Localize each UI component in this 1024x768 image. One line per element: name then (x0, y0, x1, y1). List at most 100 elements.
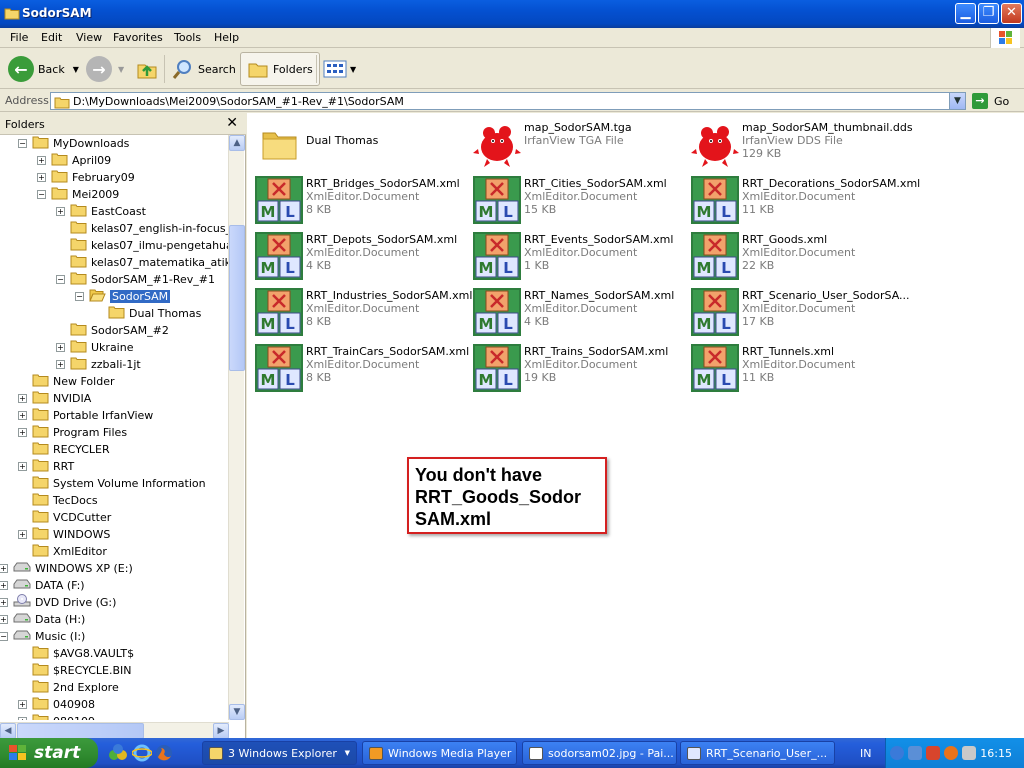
taskbar-button[interactable]: RRT_Scenario_User_... (680, 741, 835, 765)
expand-icon[interactable]: + (56, 207, 65, 216)
views-button[interactable]: ▼ (323, 52, 356, 86)
tree-node[interactable]: + EastCoast (56, 203, 146, 220)
expand-icon[interactable]: + (18, 717, 27, 720)
restore-button[interactable]: ❐ (978, 3, 999, 24)
address-input[interactable]: D:\MyDownloads\Mei2009\SodorSAM_#1-Rev_#… (50, 92, 966, 110)
tree-node[interactable]: + RRT (18, 458, 74, 475)
file-item[interactable]: M L RRT_Decorations_SodorSAM.xml XmlEditor.… (690, 175, 920, 225)
taskbar-button[interactable]: 3 Windows Explorer ▼ (202, 741, 357, 765)
file-item[interactable]: M L RRT_TrainCars_SodorSAM.xml XmlEditor.Do… (254, 343, 469, 393)
tree-node[interactable]: + Program Files (18, 424, 127, 441)
tree-node[interactable]: VCDCutter (18, 509, 111, 526)
expand-icon[interactable]: + (0, 598, 8, 607)
tree-node[interactable]: − MyDownloads (18, 135, 129, 152)
collapse-icon[interactable]: − (37, 190, 46, 199)
chevron-down-icon[interactable]: ▼ (73, 65, 79, 74)
file-item[interactable]: M L RRT_Scenario_User_SodorSA... XmlEditor.… (690, 287, 910, 337)
file-item[interactable]: map_SodorSAM_thumbnail.dds IrfanView DDS … (690, 119, 913, 169)
tree-node[interactable]: − Music (I:) (0, 628, 85, 645)
tree-node[interactable]: + Ukraine (56, 339, 133, 356)
tree-node[interactable]: + DATA (F:) (0, 577, 85, 594)
close-folders-pane-button[interactable]: ✕ (226, 115, 238, 131)
expand-icon[interactable]: + (18, 411, 27, 420)
tree-node[interactable]: $RECYCLE.BIN (18, 662, 131, 679)
file-item[interactable]: M L RRT_Cities_SodorSAM.xml XmlEditor.Docum… (472, 175, 687, 225)
tree-node[interactable]: TecDocs (18, 492, 98, 509)
menu-favorites[interactable]: Favorites (113, 31, 163, 44)
scrollbar-thumb[interactable] (17, 723, 144, 739)
language-indicator[interactable]: IN (860, 747, 871, 760)
firefox-icon[interactable] (154, 743, 174, 763)
chevron-left-icon[interactable] (890, 746, 904, 760)
menu-view[interactable]: View (76, 31, 102, 44)
tree-node[interactable]: + WINDOWS (18, 526, 110, 543)
internet-explorer-icon[interactable] (132, 743, 152, 763)
expand-icon[interactable]: + (0, 615, 8, 624)
collapse-icon[interactable]: − (56, 275, 65, 284)
tree-node[interactable]: + Data (H:) (0, 611, 85, 628)
scroll-down-button[interactable]: ▼ (229, 704, 245, 720)
tree-node[interactable]: RECYCLER (18, 441, 110, 458)
expand-icon[interactable]: + (18, 462, 27, 471)
collapse-icon[interactable]: − (75, 292, 84, 301)
taskbar-button[interactable]: Windows Media Player (362, 741, 517, 765)
file-item[interactable]: Dual Thomas (254, 119, 469, 169)
menu-help[interactable]: Help (214, 31, 239, 44)
tree-node[interactable]: kelas07_matematika_atik (56, 254, 229, 271)
messenger-icon[interactable] (108, 743, 128, 763)
tree-node[interactable]: + Portable IrfanView (18, 407, 153, 424)
expand-icon[interactable]: + (18, 530, 27, 539)
start-button[interactable]: start (0, 738, 98, 768)
file-item[interactable]: M L RRT_Events_SodorSAM.xml XmlEditor.Docum… (472, 231, 687, 281)
file-item[interactable]: M L RRT_Trains_SodorSAM.xml XmlEditor.Docum… (472, 343, 687, 393)
antivirus-icon[interactable] (926, 746, 940, 760)
expand-icon[interactable]: + (56, 360, 65, 369)
file-item[interactable]: M L RRT_Names_SodorSAM.xml XmlEditor.Docume… (472, 287, 687, 337)
tree-node[interactable]: New Folder (18, 373, 114, 390)
search-button[interactable]: Search (172, 52, 236, 86)
title-bar[interactable]: SodorSAM ▁ ❐ ✕ (0, 0, 1024, 28)
tree-node[interactable]: kelas07_ilmu-pengetahuan-a (56, 237, 229, 254)
chevron-down-icon[interactable]: ▼ (350, 65, 356, 74)
tree-node[interactable]: + DVD Drive (G:) (0, 594, 116, 611)
tree-node[interactable]: Dual Thomas (94, 305, 201, 322)
go-button[interactable]: → Go (972, 92, 1020, 110)
menu-tools[interactable]: Tools (174, 31, 201, 44)
tree-node[interactable]: 2nd Explore (18, 679, 119, 696)
tree-node[interactable]: SodorSAM_#2 (56, 322, 169, 339)
file-item[interactable]: M L RRT_Industries_SodorSAM.xml XmlEditor.D… (254, 287, 472, 337)
collapse-icon[interactable]: − (0, 632, 8, 641)
tree-node[interactable]: System Volume Information (18, 475, 206, 492)
expand-icon[interactable]: + (0, 564, 8, 573)
file-item[interactable]: M L RRT_Depots_SodorSAM.xml XmlEditor.Docum… (254, 231, 469, 281)
tree-node[interactable]: + April09 (37, 152, 111, 169)
file-item[interactable]: M L RRT_Tunnels.xml XmlEditor.Document 11 KB (690, 343, 905, 393)
expand-icon[interactable]: + (18, 428, 27, 437)
tree-node[interactable]: +080109 (18, 713, 95, 720)
collapse-icon[interactable]: − (18, 139, 27, 148)
expand-icon[interactable]: + (0, 581, 8, 590)
forward-button[interactable]: → ▼ (86, 52, 124, 86)
expand-icon[interactable]: + (18, 394, 27, 403)
back-button[interactable]: ← Back ▼ (8, 52, 79, 86)
folder-tree-horizontal-scrollbar[interactable]: ◀ ▶ (0, 722, 229, 739)
tree-node[interactable]: +040908 (18, 696, 95, 713)
folders-button[interactable]: Folders (240, 52, 320, 86)
close-button[interactable]: ✕ (1001, 3, 1022, 24)
menu-file[interactable]: File (10, 31, 28, 44)
tree-node[interactable]: + NVIDIA (18, 390, 91, 407)
tree-node[interactable]: − SodorSAM_#1-Rev_#1 (56, 271, 215, 288)
scroll-up-button[interactable]: ▲ (229, 135, 245, 151)
chevron-down-icon[interactable]: ▼ (118, 65, 124, 74)
firefox-tray-icon[interactable] (944, 746, 958, 760)
taskbar-button[interactable]: sodorsam02.jpg - Pai... (522, 741, 677, 765)
scroll-right-button[interactable]: ▶ (213, 723, 229, 739)
tree-node[interactable]: XmlEditor (18, 543, 107, 560)
up-folder-button[interactable] (136, 52, 158, 86)
expand-icon[interactable]: + (37, 173, 46, 182)
scrollbar-thumb[interactable] (229, 225, 245, 371)
file-item[interactable]: map_SodorSAM.tga IrfanView TGA File (472, 119, 687, 169)
tree-node[interactable]: + February09 (37, 169, 135, 186)
file-item[interactable]: M L RRT_Goods.xml XmlEditor.Document 22 KB (690, 231, 905, 281)
tree-node[interactable]: $AVG8.VAULT$ (18, 645, 134, 662)
